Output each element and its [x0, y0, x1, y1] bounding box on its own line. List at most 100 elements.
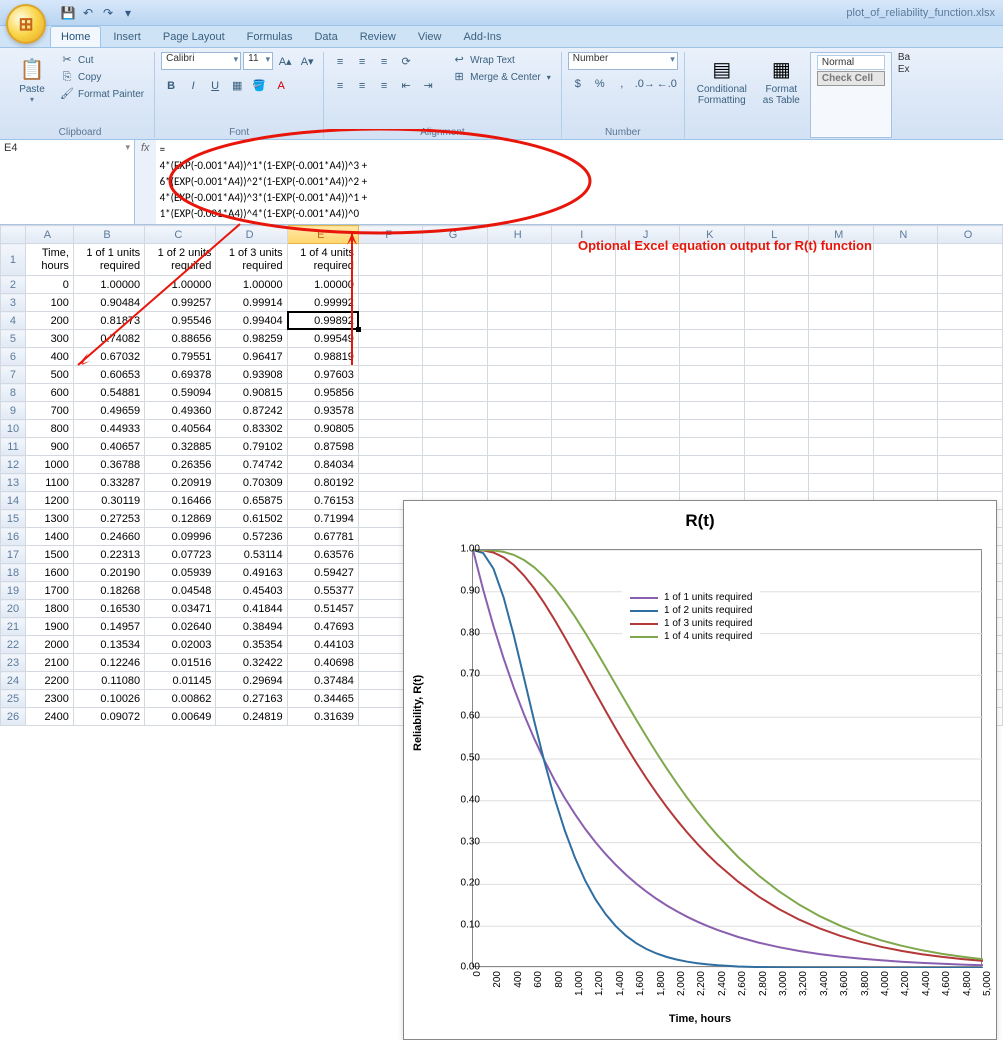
cell-A21[interactable]: 1900 [25, 618, 73, 636]
row-header-14[interactable]: 14 [1, 492, 26, 510]
cell-B6[interactable]: 0.67032 [73, 348, 144, 366]
cell-A23[interactable]: 2100 [25, 654, 73, 672]
cell-C18[interactable]: 0.05939 [145, 564, 216, 582]
cell-D2[interactable]: 1.00000 [216, 276, 287, 294]
increase-font-button[interactable]: A▴ [275, 52, 295, 72]
tab-formulas[interactable]: Formulas [237, 27, 303, 47]
italic-button[interactable]: I [183, 76, 203, 96]
row-header-1[interactable]: 1 [1, 244, 26, 276]
cell-B20[interactable]: 0.16530 [73, 600, 144, 618]
cell-C23[interactable]: 0.01516 [145, 654, 216, 672]
cell-C13[interactable]: 0.20919 [145, 474, 216, 492]
qat-dropdown-icon[interactable]: ▾ [120, 5, 136, 21]
align-right-button[interactable]: ≡ [374, 76, 394, 96]
cell-A11[interactable]: 900 [25, 438, 73, 456]
cell-D21[interactable]: 0.38494 [216, 618, 287, 636]
style-check-cell[interactable]: Check Cell [817, 71, 885, 86]
cell-B8[interactable]: 0.54881 [73, 384, 144, 402]
cell-E16[interactable]: 0.67781 [287, 528, 358, 546]
increase-indent-button[interactable]: ⇥ [418, 76, 438, 96]
undo-icon[interactable]: ↶ [80, 5, 96, 21]
cell-B12[interactable]: 0.36788 [73, 456, 144, 474]
row-header-5[interactable]: 5 [1, 330, 26, 348]
cell-E23[interactable]: 0.40698 [287, 654, 358, 672]
cell-E14[interactable]: 0.76153 [287, 492, 358, 510]
cell-D18[interactable]: 0.49163 [216, 564, 287, 582]
cell-E3[interactable]: 0.99992 [287, 294, 358, 312]
currency-button[interactable]: $ [568, 74, 588, 94]
row-header-22[interactable]: 22 [1, 636, 26, 654]
decrease-indent-button[interactable]: ⇤ [396, 76, 416, 96]
cell-D3[interactable]: 0.99914 [216, 294, 287, 312]
cell-D16[interactable]: 0.57236 [216, 528, 287, 546]
row-header-20[interactable]: 20 [1, 600, 26, 618]
col-header-B[interactable]: B [73, 226, 144, 244]
tab-view[interactable]: View [408, 27, 452, 47]
bold-button[interactable]: B [161, 76, 181, 96]
cell-B9[interactable]: 0.49659 [73, 402, 144, 420]
row-header-17[interactable]: 17 [1, 546, 26, 564]
row-header-3[interactable]: 3 [1, 294, 26, 312]
cell-E15[interactable]: 0.71994 [287, 510, 358, 528]
number-format-combo[interactable]: Number [568, 52, 678, 70]
cell-A20[interactable]: 1800 [25, 600, 73, 618]
align-bottom-button[interactable]: ≡ [374, 52, 394, 72]
comma-button[interactable]: , [612, 74, 632, 94]
header-D[interactable]: 1 of 3 units required [216, 244, 287, 276]
header-C[interactable]: 1 of 2 units required [145, 244, 216, 276]
col-header-E[interactable]: E [287, 226, 358, 244]
font-name-combo[interactable]: Calibri [161, 52, 241, 70]
row-header-11[interactable]: 11 [1, 438, 26, 456]
select-all-cell[interactable] [1, 226, 26, 244]
cell-C3[interactable]: 0.99257 [145, 294, 216, 312]
cell-C4[interactable]: 0.95546 [145, 312, 216, 330]
cell-E24[interactable]: 0.37484 [287, 672, 358, 690]
col-header-F[interactable]: F [358, 226, 422, 244]
cell-D26[interactable]: 0.24819 [216, 708, 287, 726]
cell-D13[interactable]: 0.70309 [216, 474, 287, 492]
header-E[interactable]: 1 of 4 units required [287, 244, 358, 276]
row-header-21[interactable]: 21 [1, 618, 26, 636]
cell-A24[interactable]: 2200 [25, 672, 73, 690]
cell-D14[interactable]: 0.65875 [216, 492, 287, 510]
cell-B11[interactable]: 0.40657 [73, 438, 144, 456]
cell-A19[interactable]: 1700 [25, 582, 73, 600]
cell-E8[interactable]: 0.95856 [287, 384, 358, 402]
increase-decimal-button[interactable]: .0→ [634, 74, 654, 94]
cell-D7[interactable]: 0.93908 [216, 366, 287, 384]
cell-E6[interactable]: 0.98819 [287, 348, 358, 366]
decrease-font-button[interactable]: A▾ [297, 52, 317, 72]
cut-button[interactable]: ✂Cut [56, 52, 148, 68]
cell-B25[interactable]: 0.10026 [73, 690, 144, 708]
format-as-table-button[interactable]: ▦ Format as Table [757, 52, 806, 138]
cell-E13[interactable]: 0.80192 [287, 474, 358, 492]
cell-E20[interactable]: 0.51457 [287, 600, 358, 618]
fx-label[interactable]: fx [135, 140, 156, 224]
cell-D5[interactable]: 0.98259 [216, 330, 287, 348]
cell-D4[interactable]: 0.99404 [216, 312, 287, 330]
cell-A12[interactable]: 1000 [25, 456, 73, 474]
font-size-combo[interactable]: 11 [243, 52, 273, 70]
paste-button[interactable]: 📋 Paste ▾ [12, 52, 52, 125]
cell-D9[interactable]: 0.87242 [216, 402, 287, 420]
cell-A4[interactable]: 200 [25, 312, 73, 330]
row-header-7[interactable]: 7 [1, 366, 26, 384]
cell-D22[interactable]: 0.35354 [216, 636, 287, 654]
cell-E7[interactable]: 0.97603 [287, 366, 358, 384]
cell-E5[interactable]: 0.99549 [287, 330, 358, 348]
cell-B19[interactable]: 0.18268 [73, 582, 144, 600]
cell-A8[interactable]: 600 [25, 384, 73, 402]
cell-C24[interactable]: 0.01145 [145, 672, 216, 690]
cell-A3[interactable]: 100 [25, 294, 73, 312]
cell-C14[interactable]: 0.16466 [145, 492, 216, 510]
cell-A26[interactable]: 2400 [25, 708, 73, 726]
row-header-2[interactable]: 2 [1, 276, 26, 294]
row-header-24[interactable]: 24 [1, 672, 26, 690]
row-header-18[interactable]: 18 [1, 564, 26, 582]
redo-icon[interactable]: ↷ [100, 5, 116, 21]
row-header-8[interactable]: 8 [1, 384, 26, 402]
cell-E25[interactable]: 0.34465 [287, 690, 358, 708]
align-top-button[interactable]: ≡ [330, 52, 350, 72]
col-header-D[interactable]: D [216, 226, 287, 244]
style-normal[interactable]: Normal [817, 55, 885, 70]
